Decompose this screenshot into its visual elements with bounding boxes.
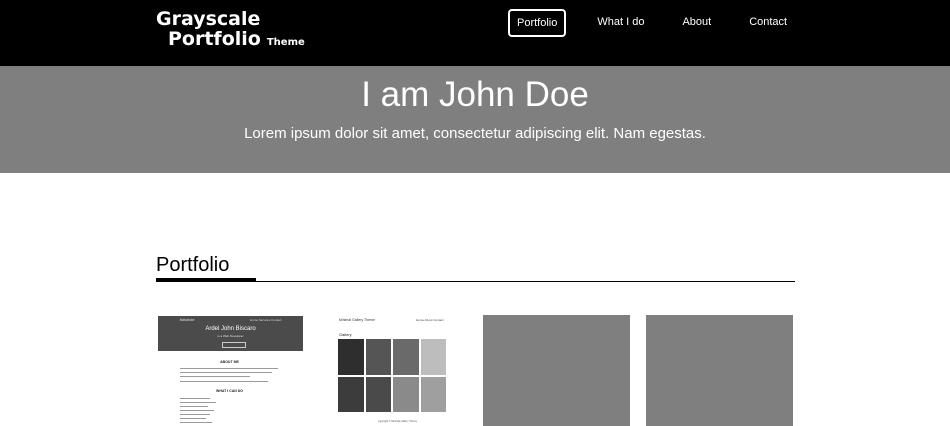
thumb1-text-line (180, 376, 250, 377)
thumb1-hero: fullcircle Home Services Contact Ardel J… (158, 316, 303, 351)
portfolio-item-3[interactable] (483, 315, 630, 426)
hero-title: I am John Doe (361, 75, 589, 114)
thumb1-list-line (180, 406, 208, 407)
thumb1-heading: Ardel John Biscaro (205, 326, 256, 332)
top-navbar: Grayscale Portfolio Theme Portfolio What … (0, 0, 950, 66)
thumb2-gallery-heading: Gallery (339, 332, 352, 337)
portfolio-item-2[interactable]: Minimal Gallery Theme Home About Contact… (320, 315, 467, 426)
hero-banner: I am John Doe Lorem ipsum dolor sit amet… (0, 66, 950, 173)
thumb1-text-line (180, 381, 268, 382)
portfolio-item-4[interactable] (646, 315, 793, 426)
thumb1-section-skills: WHAT I CAN DO (216, 389, 243, 393)
brand-line-2-text: Portfolio (168, 28, 261, 50)
thumb2-photo (338, 339, 364, 375)
nav-item-about[interactable]: About (682, 9, 711, 35)
hero-subtitle: Lorem ipsum dolor sit amet, consectetur … (244, 125, 706, 142)
thumb2-footer: copyright © Minimal Gallery Theme (378, 420, 418, 423)
nav-item-portfolio[interactable]: Portfolio (508, 9, 567, 37)
thumb1-subheading: is a Web Developer (217, 334, 244, 338)
portfolio-heading: Portfolio (156, 254, 230, 276)
brand-logo[interactable]: Grayscale Portfolio Theme (156, 9, 305, 53)
thumb2-photo (420, 376, 446, 412)
thumb2-photo (338, 376, 364, 412)
nav-item-what-i-do[interactable]: What I do (597, 9, 644, 35)
thumb2-photo-grid (338, 339, 446, 412)
thumb1-list-line (180, 414, 210, 415)
thumb1-text-line (180, 368, 278, 369)
thumb2-photo (365, 376, 391, 412)
thumb1-text-line (180, 372, 272, 373)
thumb1-list-line (180, 402, 216, 403)
thumb2-photo (393, 339, 419, 375)
thumb1-list-line (180, 422, 212, 423)
thumb2-photo (393, 376, 419, 412)
thumb1-nav: Home Services Contact (250, 318, 282, 322)
nav-item-contact[interactable]: Contact (749, 9, 787, 35)
thumb1-button (222, 342, 246, 348)
portfolio-item-1[interactable]: fullcircle Home Services Contact Ardel J… (156, 315, 303, 426)
thumb1-section-about: ABOUT ME (220, 360, 239, 364)
thumb2-nav: Home About Contact (416, 318, 444, 322)
thumb2-photo (420, 339, 446, 375)
thumb1-list-line (180, 398, 210, 399)
brand-tag: Theme (266, 37, 305, 48)
thumb1-list-line (180, 418, 206, 419)
brand-line-2: Portfolio Theme (156, 29, 305, 53)
thumb1-list-line (180, 410, 214, 411)
thumb1-logo: fullcircle (180, 317, 195, 322)
thumb2-title: Minimal Gallery Theme (339, 318, 375, 322)
main-nav: Portfolio What I do About Contact (508, 9, 787, 37)
thumb2-photo (365, 339, 391, 375)
heading-divider (156, 281, 795, 282)
brand-line-1: Grayscale (156, 8, 261, 30)
